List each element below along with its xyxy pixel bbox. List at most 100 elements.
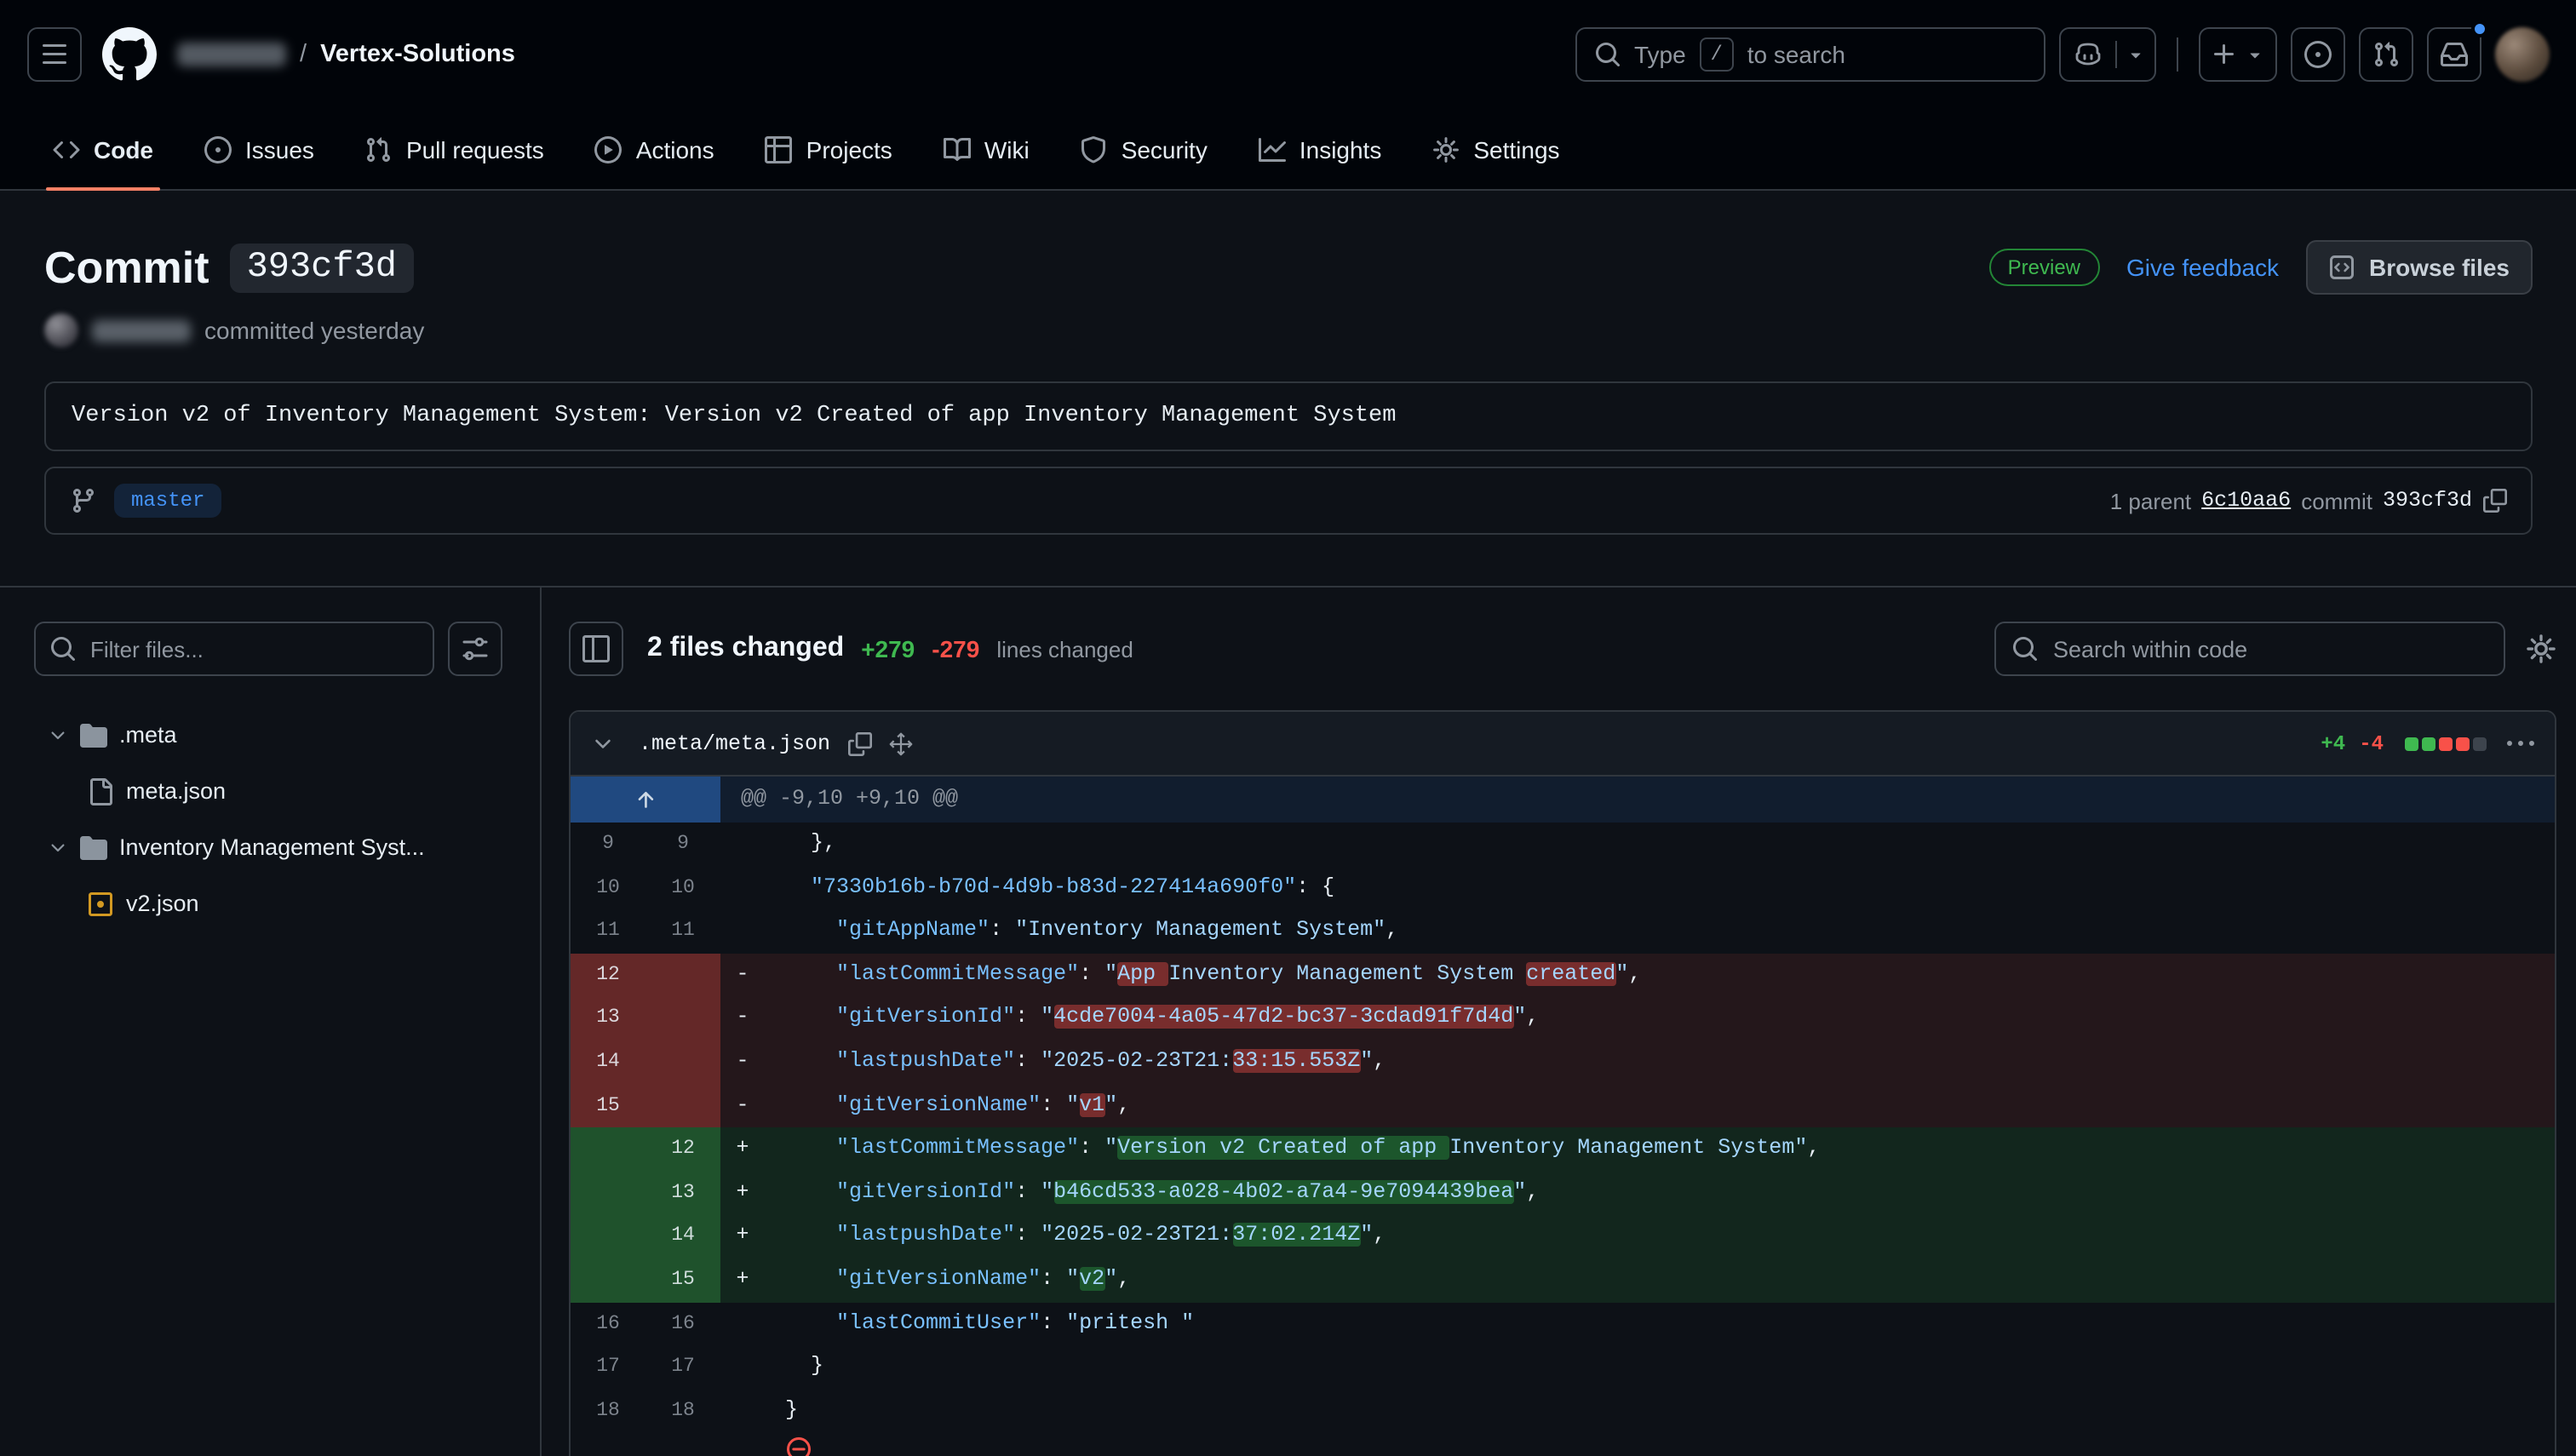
old-line-number[interactable]: 10 bbox=[571, 866, 645, 909]
tab-issues[interactable]: Issues bbox=[187, 109, 331, 189]
hamburger-menu-button[interactable] bbox=[27, 27, 82, 82]
new-line-number[interactable]: 10 bbox=[645, 866, 720, 909]
new-line-number[interactable] bbox=[645, 1040, 720, 1084]
tree-file-item[interactable]: meta.json bbox=[34, 763, 502, 819]
diff-settings-button[interactable] bbox=[2525, 633, 2556, 664]
commit-author-row: committed yesterday bbox=[44, 313, 2532, 347]
copilot-dropdown[interactable] bbox=[2116, 44, 2154, 65]
sliders-icon bbox=[462, 635, 489, 662]
copy-filename-button[interactable] bbox=[847, 731, 871, 755]
branch-label[interactable]: master bbox=[114, 484, 221, 518]
tab-actions[interactable]: Actions bbox=[578, 109, 731, 189]
filter-files-input[interactable] bbox=[34, 622, 434, 676]
tab-pull-requests[interactable]: Pull requests bbox=[348, 109, 561, 189]
gear-icon bbox=[2525, 633, 2556, 664]
tree-file-item[interactable]: v2.json bbox=[34, 875, 502, 931]
new-line-number[interactable]: 15 bbox=[645, 1258, 720, 1302]
old-line-number[interactable]: 14 bbox=[571, 1040, 645, 1084]
diff-filename[interactable]: .meta/meta.json bbox=[639, 731, 830, 755]
create-new-button[interactable] bbox=[2198, 27, 2276, 82]
chevron-down-icon bbox=[48, 837, 68, 857]
search-icon bbox=[49, 635, 77, 662]
username-blurred[interactable] bbox=[177, 43, 286, 66]
new-line-number[interactable]: 12 bbox=[645, 1127, 720, 1171]
copilot-button[interactable] bbox=[2058, 27, 2155, 82]
copy-sha-button[interactable] bbox=[2482, 489, 2506, 513]
diff-marker: + bbox=[720, 1258, 765, 1302]
code-line: "lastCommitMessage": "Version v2 Created… bbox=[765, 1127, 2554, 1171]
diff-marker: + bbox=[720, 1127, 765, 1171]
search-within-code-input[interactable] bbox=[1994, 622, 2504, 676]
issue-icon bbox=[204, 135, 232, 163]
old-line-number[interactable]: 12 bbox=[571, 954, 645, 997]
expand-hunk-button[interactable] bbox=[571, 777, 720, 823]
old-line-number[interactable] bbox=[571, 1127, 645, 1171]
header-divider bbox=[2176, 37, 2177, 72]
old-line-number[interactable] bbox=[571, 1258, 645, 1302]
old-line-number[interactable]: 15 bbox=[571, 1084, 645, 1127]
new-line-number[interactable]: 14 bbox=[645, 1215, 720, 1258]
tree-folder-item[interactable]: Inventory Management Syst... bbox=[34, 819, 502, 875]
parent-sha-link[interactable]: 6c10aa6 bbox=[2201, 489, 2291, 513]
author-name-blurred[interactable] bbox=[92, 319, 191, 341]
file-tree: .metameta.jsonInventory Management Syst.… bbox=[34, 707, 502, 931]
kebab-icon bbox=[2506, 730, 2533, 757]
diff-line-del: 14- "lastpushDate": "2025-02-23T21:33:15… bbox=[571, 1040, 2554, 1084]
old-line-number[interactable]: 9 bbox=[571, 823, 645, 866]
github-logo[interactable] bbox=[102, 27, 157, 82]
old-line-number[interactable] bbox=[571, 1172, 645, 1215]
files-changed-section: .metameta.jsonInventory Management Syst.… bbox=[0, 586, 2576, 1456]
diff-marker: - bbox=[720, 1040, 765, 1084]
new-line-number[interactable]: 9 bbox=[645, 823, 720, 866]
old-line-number[interactable]: 13 bbox=[571, 997, 645, 1040]
tab-code[interactable]: Code bbox=[36, 109, 170, 189]
old-line-number[interactable]: 11 bbox=[571, 909, 645, 953]
tab-settings[interactable]: Settings bbox=[1415, 109, 1576, 189]
toggle-file-tree-button[interactable] bbox=[569, 622, 623, 676]
old-line-number[interactable]: 18 bbox=[571, 1389, 645, 1432]
top-navigation: / Vertex-Solutions Type / to search bbox=[0, 0, 2576, 109]
new-line-number[interactable]: 18 bbox=[645, 1389, 720, 1432]
collapse-file-button[interactable] bbox=[591, 731, 615, 755]
pull-requests-button[interactable] bbox=[2358, 27, 2412, 82]
user-avatar[interactable] bbox=[2494, 27, 2549, 82]
tab-insights[interactable]: Insights bbox=[1242, 109, 1399, 189]
committed-timestamp: committed yesterday bbox=[204, 317, 424, 344]
tab-projects[interactable]: Projects bbox=[749, 109, 909, 189]
diff-line-ctx: 99 }, bbox=[571, 823, 2554, 866]
code-line: } bbox=[765, 1345, 2554, 1389]
old-line-number[interactable]: 17 bbox=[571, 1345, 645, 1389]
new-line-number[interactable] bbox=[645, 1084, 720, 1127]
sidebar-panel-icon bbox=[582, 635, 610, 662]
new-line-number[interactable] bbox=[645, 997, 720, 1040]
tab-wiki[interactable]: Wiki bbox=[927, 109, 1047, 189]
file-options-button[interactable] bbox=[2506, 730, 2533, 757]
old-line-number[interactable]: 16 bbox=[571, 1302, 645, 1345]
browse-files-button[interactable]: Browse files bbox=[2306, 240, 2532, 295]
global-search[interactable]: Type / to search bbox=[1575, 27, 2045, 82]
folder-icon bbox=[80, 834, 107, 861]
repo-name-link[interactable]: Vertex-Solutions bbox=[320, 41, 515, 68]
diff-line-ctx: 1616 "lastCommitUser": "pritesh " bbox=[571, 1302, 2554, 1345]
chevdown-icon bbox=[48, 837, 68, 857]
hamburger-icon bbox=[41, 41, 68, 68]
new-line-number[interactable] bbox=[645, 954, 720, 997]
give-feedback-link[interactable]: Give feedback bbox=[2126, 254, 2279, 281]
new-line-number[interactable]: 11 bbox=[645, 909, 720, 953]
chevdown-icon bbox=[48, 725, 68, 745]
issues-button[interactable] bbox=[2290, 27, 2344, 82]
file-filter-button[interactable] bbox=[448, 622, 502, 676]
author-avatar[interactable] bbox=[44, 313, 78, 347]
notifications-button[interactable] bbox=[2426, 27, 2481, 82]
new-line-number[interactable]: 16 bbox=[645, 1302, 720, 1345]
new-line-number[interactable]: 13 bbox=[645, 1172, 720, 1215]
drag-file-button[interactable] bbox=[888, 731, 912, 755]
inbox-icon bbox=[2440, 41, 2467, 68]
new-line-number[interactable]: 17 bbox=[645, 1345, 720, 1389]
tree-folder-item[interactable]: .meta bbox=[34, 707, 502, 763]
git-pull-request-icon bbox=[2372, 41, 2399, 68]
code-line: "gitVersionName": "v2", bbox=[765, 1258, 2554, 1302]
old-line-number[interactable] bbox=[571, 1215, 645, 1258]
up-icon bbox=[634, 788, 657, 811]
tab-security[interactable]: Security bbox=[1064, 109, 1225, 189]
